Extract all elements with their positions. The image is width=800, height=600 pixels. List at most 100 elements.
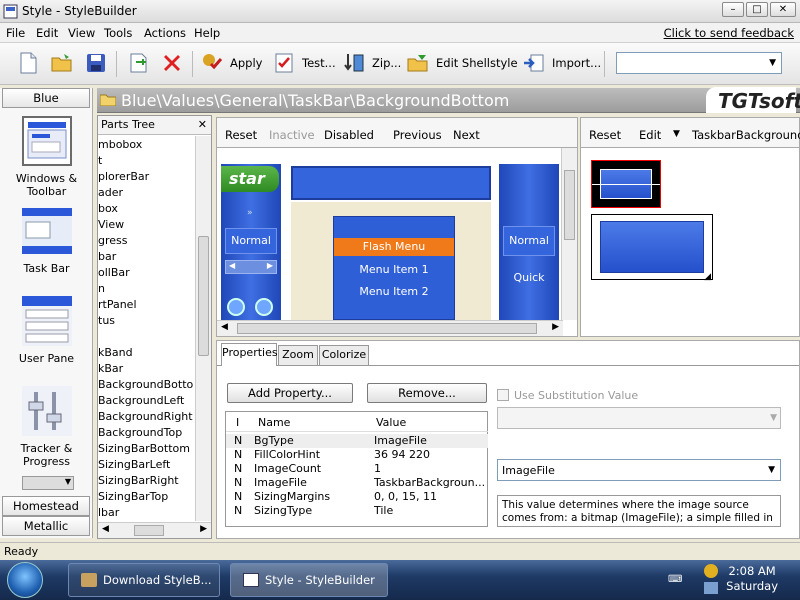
table-row[interactable]: N FillColorHint 36 94 220 [226,448,488,462]
tree-item[interactable]: t [98,154,194,167]
group-header-blue[interactable]: Blue [2,88,90,108]
add-property-button[interactable]: Add Property... [227,383,353,403]
test-button[interactable]: Test... [272,50,336,76]
tree-item[interactable]: rtPanel [98,298,194,311]
table-row[interactable]: N SizingType Tile [226,504,488,518]
userpane-thumb-icon[interactable] [22,296,72,346]
preview-forward-button[interactable] [255,298,273,316]
new-button[interactable] [16,50,40,76]
tree-item[interactable]: View [98,218,194,231]
tree-item[interactable]: tus [98,314,194,327]
remove-property-button[interactable]: Remove... [367,383,487,403]
tree-item[interactable]: n [98,282,194,295]
windows-toolbar-thumb-icon[interactable] [22,116,72,166]
edit-shellstyle-button[interactable]: Edit Shellstyle [406,50,518,76]
network-tray-icon[interactable] [704,564,718,578]
minimize-button[interactable]: – [722,2,744,17]
close-button[interactable]: ✕ [770,2,796,17]
tree-item[interactable]: plorerBar [98,170,194,183]
task-download-stylebuilder[interactable]: Download StyleB... [68,563,220,597]
open-button[interactable] [50,50,74,76]
image-edit-button[interactable]: Edit [639,128,661,142]
tree-item[interactable]: BackgroundBottom [98,378,194,391]
tree-item[interactable]: ollBar [98,266,194,279]
table-row[interactable]: N SizingMargins 0, 0, 15, 11 [226,490,488,504]
menu-file[interactable]: File [6,26,25,40]
apply-button[interactable]: Apply [200,50,262,76]
group-item-userpane[interactable]: User Pane [0,352,93,365]
tree-item[interactable]: SizingBarRight [98,474,194,487]
toolbar-combo[interactable]: ▼ [616,52,782,74]
send-feedback-link[interactable]: Click to send feedback [664,26,794,40]
group-item-tracker[interactable]: Tracker & Progress [0,442,93,468]
tree-item[interactable]: box [98,202,194,215]
preview-horizontal-scrollbar[interactable]: ◀ ▶ [217,320,563,336]
image-source-thumb[interactable] [591,160,661,208]
preview-next-button[interactable]: Next [453,128,480,142]
tree-item[interactable]: mbobox [98,138,194,151]
preview-normal-left[interactable]: Normal [225,228,277,254]
tree-item[interactable]: BackgroundRight [98,410,194,423]
task-style-stylebuilder[interactable]: Style - StyleBuilder [230,563,388,597]
preview-menu-item-1[interactable]: Menu Item 1 [334,261,454,279]
tree-item[interactable]: bar [98,250,194,263]
group-item-windows-toolbar[interactable]: Windows & Toolbar [0,172,93,198]
tab-colorize[interactable]: Colorize [319,345,369,365]
group-item-taskbar[interactable]: Task Bar [0,262,93,275]
windows-start-icon[interactable] [7,562,43,598]
preview-start-button[interactable]: star [221,166,279,192]
add-item-button[interactable] [126,50,150,76]
preview-back-button[interactable] [227,298,245,316]
tree-item[interactable]: SizingBarTop [98,490,194,503]
tree-item[interactable]: ader [98,186,194,199]
delete-button[interactable] [160,50,184,76]
tree-item[interactable]: BackgroundTop [98,426,194,439]
substitution-checkbox[interactable] [497,389,509,401]
tree-vertical-scrollbar[interactable] [195,136,211,521]
system-clock[interactable]: 2:08 AM Saturday [726,564,778,594]
preview-vertical-scrollbar[interactable] [561,148,577,320]
preview-disabled-button[interactable]: Disabled [324,128,374,142]
keyboard-tray-icon[interactable]: ⌨ [668,574,682,585]
preview-normal-right[interactable]: Normal [503,226,555,256]
tree-item[interactable]: lbar [98,506,194,519]
chevron-down-icon[interactable]: ▼ [673,129,680,139]
menu-edit[interactable]: Edit [36,26,58,40]
table-row[interactable]: N ImageCount 1 [226,462,488,476]
close-icon[interactable]: ✕ [198,116,207,134]
preview-previous-button[interactable]: Previous [393,128,442,142]
preview-quick[interactable]: Quick [503,264,555,292]
tree-item[interactable]: kBand [98,346,194,359]
save-button[interactable] [84,50,108,76]
tree-item[interactable]: kBar [98,362,194,375]
menu-help[interactable]: Help [194,26,220,40]
tracker-thumb-icon[interactable] [22,386,72,436]
tab-zoom[interactable]: Zoom [278,345,318,365]
table-row[interactable]: N ImageFile TaskbarBackgroun... [226,476,488,490]
substitution-value-combo[interactable]: ▼ [497,407,781,429]
tree-item[interactable]: SizingBarLeft [98,458,194,471]
volume-tray-icon[interactable] [704,582,718,594]
preview-menu-item-2[interactable]: Menu Item 2 [334,283,454,301]
resize-grip-icon[interactable]: ◢ [704,272,711,282]
taskbar-thumb-icon[interactable] [22,206,72,256]
zip-button[interactable]: Zip... [342,50,401,76]
tree-horizontal-scrollbar[interactable]: ◀ ▶ [98,522,211,538]
maximize-button[interactable]: □ [746,2,768,17]
strip-scroll[interactable]: ▼ [22,476,74,490]
table-row[interactable]: N BgType ImageFile [226,434,488,448]
tab-properties[interactable]: Properties [221,343,278,366]
group-header-metallic[interactable]: Metallic [2,516,90,536]
preview-stepper[interactable]: ◀ ▶ [225,260,277,274]
group-header-homestead[interactable]: Homestead [2,496,90,516]
tree-item[interactable]: SizingBarBottom [98,442,194,455]
tree-item[interactable]: BackgroundLeft [98,394,194,407]
menu-view[interactable]: View [68,26,95,40]
menu-tools[interactable]: Tools [104,26,132,40]
menu-actions[interactable]: Actions [144,26,186,40]
tree-item[interactable]: gress [98,234,194,247]
preview-inactive-button[interactable]: Inactive [269,128,315,142]
bgtype-combo[interactable]: ImageFile ▼ [497,459,781,481]
import-button[interactable]: Import... [522,50,601,76]
image-reset-button[interactable]: Reset [589,128,621,142]
